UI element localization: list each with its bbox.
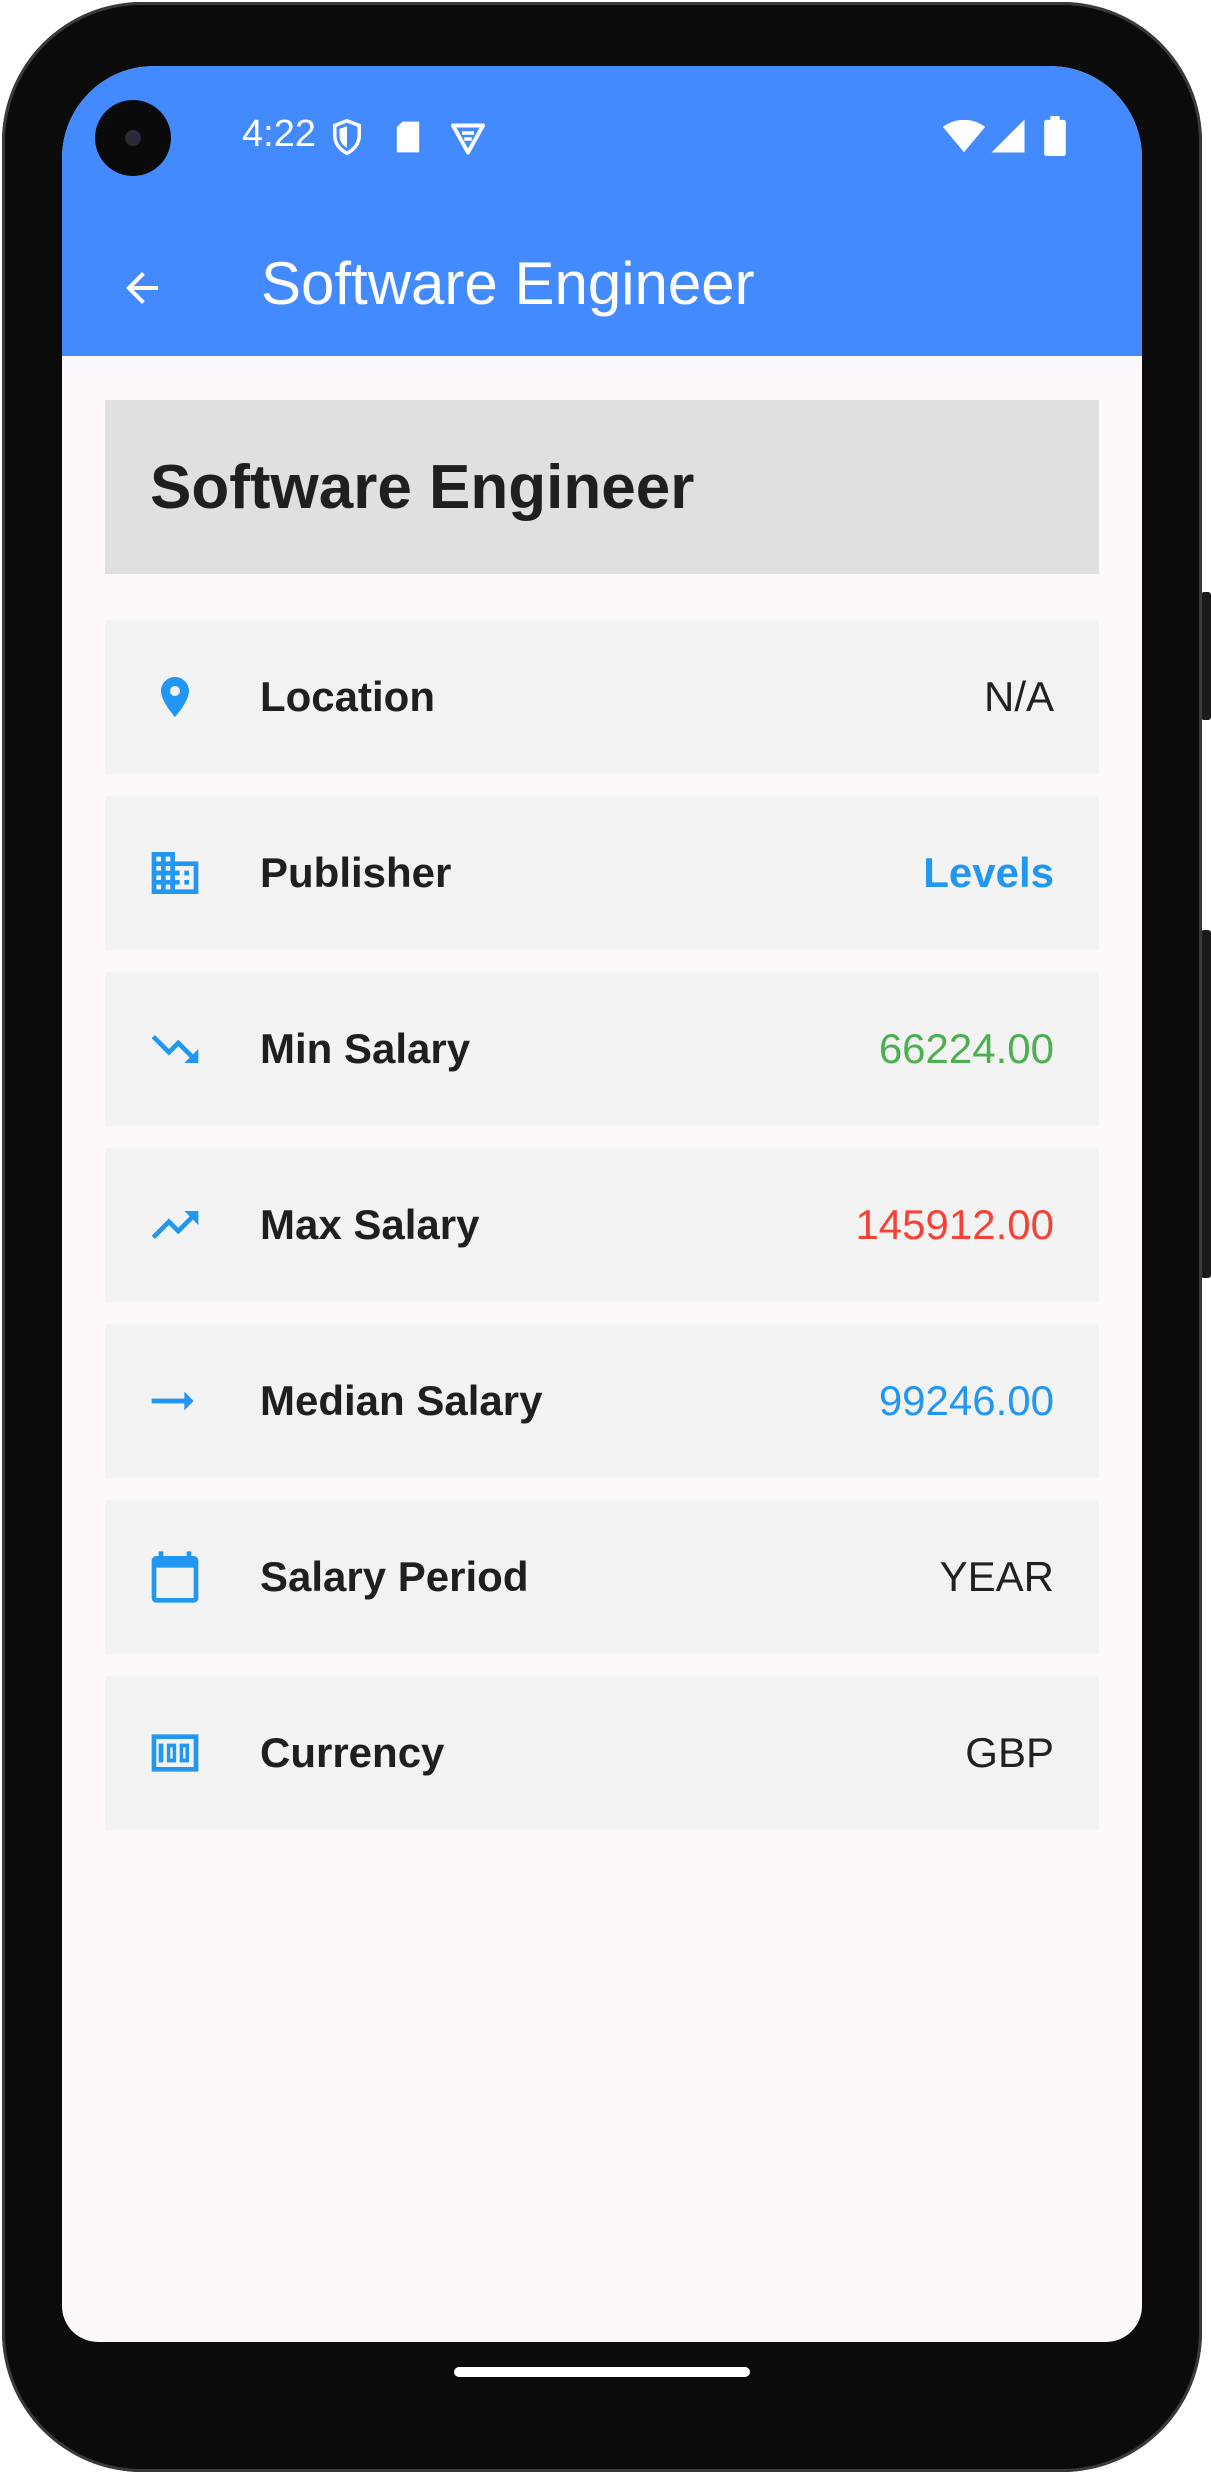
screen: 4:22 Software Engineer Software Engineer… bbox=[62, 66, 1142, 2342]
power-button bbox=[1201, 592, 1211, 720]
salary-period-value: YEAR bbox=[939, 1553, 1054, 1600]
shield-icon bbox=[333, 118, 361, 156]
home-indicator[interactable] bbox=[454, 2367, 750, 2377]
front-camera bbox=[95, 100, 171, 176]
max-salary-value: 145912.00 bbox=[855, 1201, 1054, 1248]
currency-label: Currency bbox=[260, 1729, 445, 1776]
max-salary-label: Max Salary bbox=[260, 1201, 480, 1248]
status-time: 4:22 bbox=[242, 113, 316, 155]
detail-row-median-salary: Median Salary 99246.00 bbox=[105, 1324, 1099, 1478]
battery-icon bbox=[1044, 116, 1066, 156]
location-label: Location bbox=[260, 673, 435, 720]
detail-row-location: Location N/A bbox=[105, 620, 1099, 774]
vpn-icon bbox=[451, 123, 485, 155]
detail-row-publisher: Publisher Levels bbox=[105, 796, 1099, 950]
publisher-label: Publisher bbox=[260, 849, 452, 896]
building-icon bbox=[147, 845, 203, 901]
phone-device: 4:22 Software Engineer Software Engineer… bbox=[0, 0, 1211, 2474]
money-icon bbox=[147, 1725, 203, 1781]
calendar-icon bbox=[147, 1549, 203, 1605]
back-button[interactable] bbox=[106, 252, 178, 324]
job-title: Software Engineer bbox=[150, 452, 695, 522]
app-bar-title: Software Engineer bbox=[261, 250, 755, 317]
median-salary-label: Median Salary bbox=[260, 1377, 543, 1424]
detail-row-currency: Currency GBP bbox=[105, 1676, 1099, 1830]
currency-value: GBP bbox=[965, 1729, 1054, 1776]
salary-period-label: Salary Period bbox=[260, 1553, 529, 1600]
arrow-right-icon bbox=[147, 1373, 203, 1429]
min-salary-label: Min Salary bbox=[260, 1025, 471, 1072]
min-salary-value: 66224.00 bbox=[878, 1025, 1054, 1072]
job-title-card: Software Engineer bbox=[105, 400, 1099, 574]
volume-button bbox=[1201, 930, 1211, 1278]
sd-card-icon bbox=[396, 121, 420, 153]
cellular-signal-icon bbox=[991, 119, 1025, 153]
phone-frame: 4:22 Software Engineer Software Engineer… bbox=[2, 2, 1202, 2472]
wifi-icon bbox=[942, 120, 986, 153]
arrow-back-icon bbox=[126, 272, 158, 304]
detail-row-min-salary: Min Salary 66224.00 bbox=[105, 972, 1099, 1126]
publisher-value[interactable]: Levels bbox=[923, 796, 1054, 950]
location-pin-icon bbox=[147, 669, 203, 725]
detail-row-max-salary: Max Salary 145912.00 bbox=[105, 1148, 1099, 1302]
trending-down-icon bbox=[147, 1021, 203, 1077]
app-bar: 4:22 Software Engineer bbox=[62, 66, 1142, 356]
median-salary-value: 99246.00 bbox=[878, 1377, 1054, 1424]
location-value: N/A bbox=[983, 673, 1054, 720]
trending-up-icon bbox=[147, 1197, 203, 1253]
detail-row-salary-period: Salary Period YEAR bbox=[105, 1500, 1099, 1654]
